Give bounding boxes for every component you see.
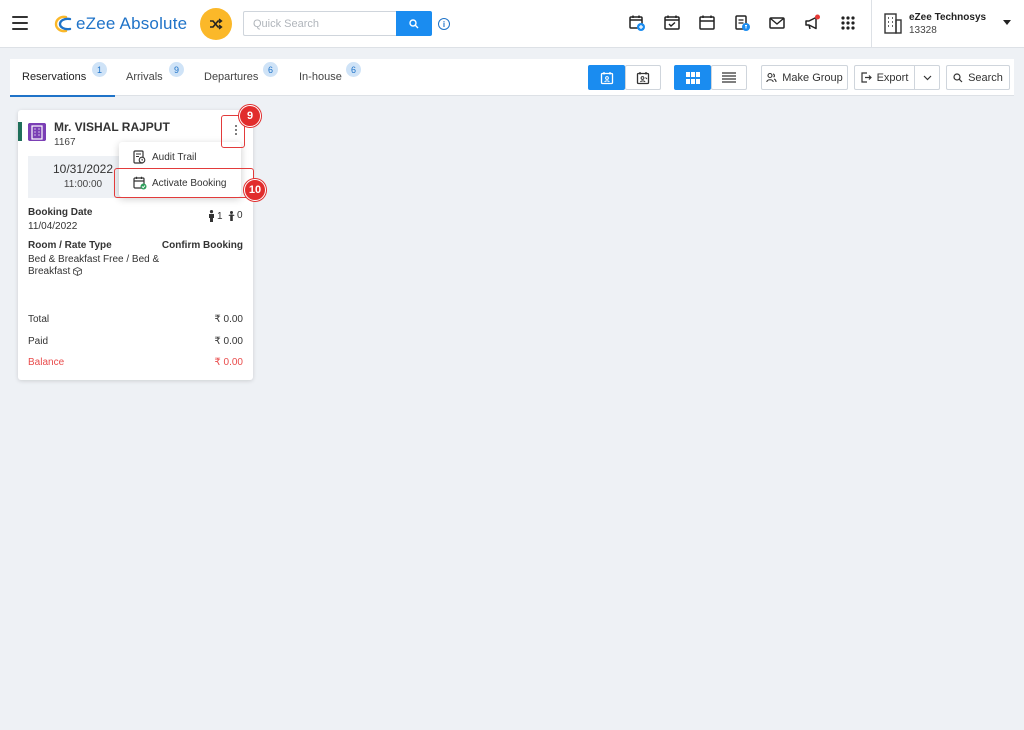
tab-departures[interactable]: Departures 6 (204, 59, 284, 96)
ezee-logo-icon (54, 15, 72, 33)
card-view-arrival-button[interactable] (588, 65, 625, 90)
grid-icon (685, 71, 700, 84)
search-icon (953, 72, 963, 82)
booking-status: Confirm Booking (161, 240, 243, 251)
hotel-icon (28, 123, 46, 141)
paid-value: ₹ 0.00 (214, 336, 243, 347)
building-icon (884, 13, 902, 34)
audit-trail-label: Audit Trail (152, 152, 197, 163)
tab-label: In-house (299, 71, 342, 83)
rate-type-line1: Bed & Breakfast Free / Bed & (28, 254, 160, 265)
shuffle-icon (210, 18, 223, 30)
package-icon[interactable] (73, 267, 83, 276)
hamburger-icon[interactable] (12, 16, 28, 30)
make-group-button[interactable]: Make Group (761, 65, 848, 90)
child-count: 0 (228, 210, 243, 221)
reservation-number: 1167 (54, 137, 76, 148)
top-header: eZee Absolute i (0, 0, 1024, 48)
search-toolbar-button[interactable]: Search (946, 65, 1010, 90)
tab-count-badge: 1 (92, 62, 107, 77)
shuffle-button[interactable] (200, 8, 232, 40)
tab-reservations[interactable]: Reservations 1 (10, 59, 115, 97)
balance-value: ₹ 0.00 (214, 357, 243, 368)
calendar-add-icon[interactable] (628, 14, 646, 32)
info-icon[interactable]: i (438, 18, 450, 30)
booking-date-label: Booking Date (28, 207, 93, 218)
tab-label: Reservations (22, 71, 87, 83)
caret-down-icon[interactable] (1003, 20, 1011, 25)
balance-row: Balance ₹ 0.00 (28, 357, 243, 368)
tab-label: Departures (204, 71, 259, 83)
list-view-button[interactable] (711, 65, 747, 90)
tab-count-badge: 6 (346, 62, 361, 77)
child-icon (228, 211, 235, 221)
user-id: 13328 (909, 25, 937, 36)
total-label: Total (28, 314, 50, 325)
adult-count-value: 1 (217, 211, 223, 222)
tab-count-badge: 9 (169, 62, 184, 77)
audit-trail-icon (133, 150, 146, 164)
total-value: ₹ 0.00 (214, 314, 243, 325)
paid-label: Paid (28, 336, 49, 347)
search-icon (409, 18, 419, 28)
export-dropdown-button[interactable] (914, 65, 940, 90)
total-row: Total ₹ 0.00 (28, 314, 243, 325)
apps-grid-icon[interactable] (839, 14, 857, 32)
tab-arrivals[interactable]: Arrivals 9 (126, 59, 196, 96)
step-9-badge: 9 (239, 105, 261, 127)
document-badge-icon[interactable] (733, 14, 751, 32)
rate-type-line2: Breakfast (28, 266, 83, 277)
calendar-check-icon[interactable] (663, 14, 681, 32)
mail-icon[interactable] (768, 14, 786, 32)
active-tab-indicator (10, 95, 115, 97)
make-group-label: Make Group (782, 71, 843, 84)
highlight-activate-booking (114, 168, 254, 198)
megaphone-icon[interactable] (803, 14, 821, 32)
tab-count-badge: 6 (263, 62, 278, 77)
grid-view-button[interactable] (674, 65, 711, 90)
card-view-departure-button[interactable] (625, 65, 661, 90)
export-button[interactable]: Export (854, 65, 915, 90)
calendar-person-icon (636, 71, 650, 84)
reservation-tabs-bar: Reservations 1 Arrivals 9 Departures 6 I… (10, 59, 1014, 97)
guest-name[interactable]: Mr. VISHAL RAJPUT (54, 120, 170, 134)
quick-search-input[interactable] (243, 11, 396, 36)
calendar-person-icon (600, 71, 613, 84)
export-label: Export (876, 71, 909, 84)
export-icon (860, 72, 872, 83)
user-name: eZee Technosys (909, 12, 987, 23)
chevron-down-icon (923, 75, 931, 80)
user-menu[interactable]: eZee Technosys 13328 (871, 0, 1024, 48)
child-count-value: 0 (237, 210, 243, 221)
paid-row: Paid ₹ 0.00 (28, 336, 243, 347)
status-strip (18, 122, 22, 141)
booking-date: 11/04/2022 (28, 221, 78, 232)
adult-icon (209, 210, 214, 222)
app-name: eZee Absolute (76, 14, 188, 33)
balance-label: Balance (28, 357, 65, 368)
group-icon (766, 72, 777, 83)
tab-in-house[interactable]: In-house 6 (299, 59, 369, 96)
search-button[interactable] (396, 11, 432, 36)
search-label: Search (968, 71, 1003, 84)
app-logo[interactable]: eZee Absolute (52, 12, 187, 36)
adult-count: 1 (208, 210, 223, 222)
calendar-icon[interactable] (698, 14, 716, 32)
room-rate-label: Room / Rate Type (28, 240, 112, 251)
list-icon (722, 72, 736, 83)
step-10-badge: 10 (244, 179, 266, 201)
tab-label: Arrivals (126, 71, 163, 83)
rate-type-line2-text: Breakfast (28, 266, 71, 277)
